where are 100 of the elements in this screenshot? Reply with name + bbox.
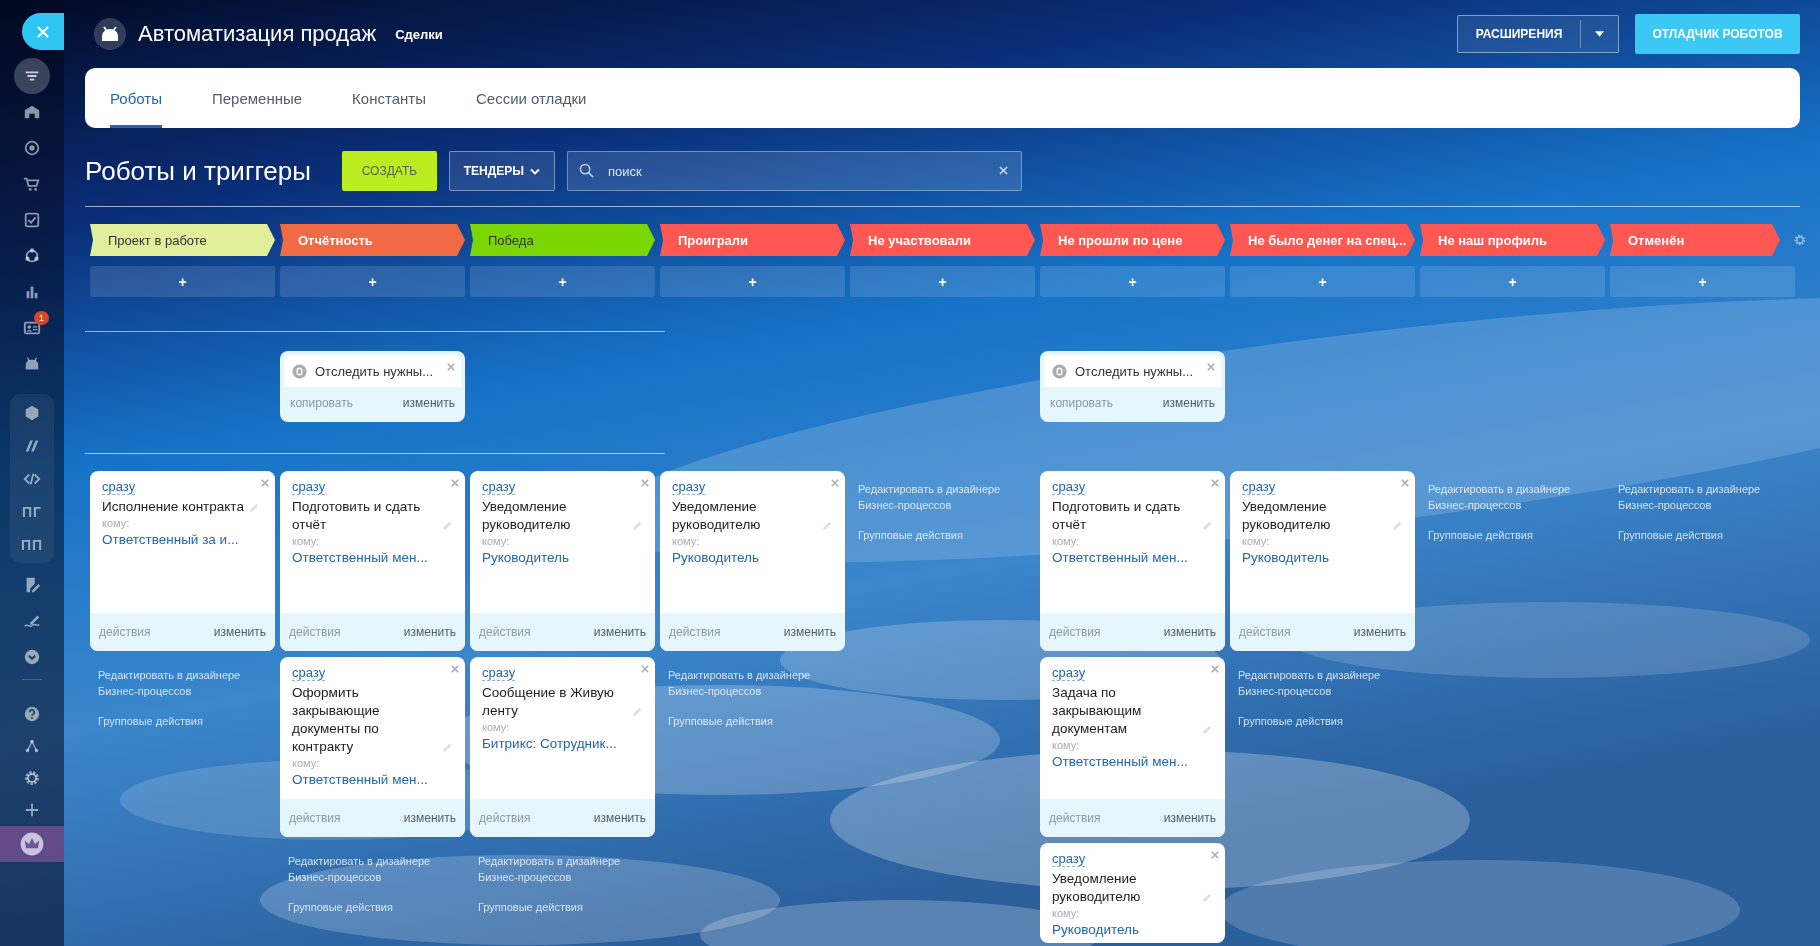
close-icon[interactable] <box>261 479 269 487</box>
help-icon[interactable] <box>23 705 41 723</box>
add-robot-button[interactable]: + <box>280 266 465 297</box>
close-icon[interactable] <box>451 479 459 487</box>
stage-label[interactable]: Не прошли по цене <box>1040 224 1225 256</box>
close-icon[interactable] <box>641 665 649 673</box>
sidebar-item[interactable]: ПП <box>20 536 44 553</box>
caret-icon[interactable] <box>1595 31 1604 37</box>
add-robot-button[interactable]: + <box>90 266 275 297</box>
delay-link[interactable]: сразу <box>482 665 516 681</box>
delay-link[interactable]: сразу <box>1052 479 1086 495</box>
close-icon[interactable] <box>1211 851 1219 859</box>
recipient-link[interactable]: Ответственный мен... <box>292 772 428 787</box>
close-icon[interactable] <box>451 665 459 673</box>
tab[interactable]: Константы <box>352 68 426 128</box>
edit-link[interactable]: изменить <box>402 395 455 410</box>
designer-link[interactable]: Групповые действия <box>98 713 248 729</box>
edit-link[interactable]: изменить <box>403 625 456 639</box>
add-robot-button[interactable]: + <box>470 266 655 297</box>
tab[interactable]: Сессии отладки <box>475 68 587 128</box>
designer-link[interactable]: Редактировать в дизайнере Бизнес-процессов <box>858 481 1008 513</box>
tab[interactable]: Переменные <box>211 68 303 128</box>
close-icon[interactable] <box>1401 479 1409 487</box>
dots-ring-icon[interactable] <box>23 247 41 265</box>
designer-link[interactable]: Редактировать в дизайнере Бизнес-процессов <box>98 667 248 699</box>
recipient-link[interactable]: Руководитель <box>482 550 569 565</box>
extensions-button[interactable]: РАСШИРЕНИЯ <box>1457 15 1619 53</box>
stage-label[interactable]: Не участвовали <box>850 224 1035 256</box>
add-robot-button[interactable]: + <box>850 266 1035 297</box>
add-robot-button[interactable]: + <box>1040 266 1225 297</box>
edit-link[interactable]: изменить <box>213 625 266 639</box>
add-robot-button[interactable]: + <box>660 266 845 297</box>
close-button[interactable] <box>22 13 64 50</box>
actions-link[interactable]: действия <box>479 625 531 639</box>
designer-link[interactable]: Редактировать в дизайнере Бизнес-процессов <box>1618 481 1768 513</box>
plus-icon[interactable] <box>23 801 41 819</box>
clear-icon[interactable] <box>998 166 1008 175</box>
delay-link[interactable]: сразу <box>1242 479 1276 495</box>
close-icon[interactable] <box>831 479 839 487</box>
delay-link[interactable]: сразу <box>102 479 136 495</box>
funnel-icon[interactable] <box>14 58 50 94</box>
add-robot-button[interactable]: + <box>1230 266 1415 297</box>
designer-link[interactable]: Групповые действия <box>288 899 438 915</box>
edit-link[interactable]: изменить <box>403 811 456 825</box>
edit-link[interactable]: изменить <box>593 625 646 639</box>
delay-link[interactable]: сразу <box>292 479 326 495</box>
actions-link[interactable]: действия <box>99 625 151 639</box>
actions-link[interactable]: действия <box>669 625 721 639</box>
edit-link[interactable]: изменить <box>1353 625 1406 639</box>
close-icon[interactable] <box>641 479 649 487</box>
recipient-link[interactable]: Битрикс: Сотрудник... <box>482 736 617 751</box>
crown-icon[interactable] <box>20 832 44 856</box>
settings-icon[interactable] <box>23 769 41 787</box>
actions-link[interactable]: действия <box>1239 625 1291 639</box>
actions-link[interactable]: действия <box>1049 625 1101 639</box>
delay-link[interactable]: сразу <box>292 665 326 681</box>
close-icon[interactable] <box>1211 479 1219 487</box>
actions-link[interactable]: действия <box>289 811 341 825</box>
sidebar-item[interactable]: ПГ <box>22 503 42 520</box>
create-button[interactable]: СОЗДАТЬ <box>341 151 437 191</box>
edit-link[interactable]: изменить <box>1163 811 1216 825</box>
cube-icon[interactable] <box>23 403 41 422</box>
recipient-link[interactable]: Руководитель <box>1052 922 1139 937</box>
designer-link[interactable]: Групповые действия <box>1238 713 1388 729</box>
delay-link[interactable]: сразу <box>482 479 516 495</box>
checkbox-icon[interactable] <box>23 211 41 229</box>
recipient-link[interactable]: Ответственный мен... <box>1052 754 1188 769</box>
designer-link[interactable]: Редактировать в дизайнере Бизнес-процессов <box>478 853 628 885</box>
designer-link[interactable]: Групповые действия <box>1428 527 1578 543</box>
building-icon[interactable] <box>23 103 41 121</box>
stage-label[interactable]: Отчётность <box>280 224 465 256</box>
recipient-link[interactable]: Руководитель <box>672 550 759 565</box>
designer-link[interactable]: Редактировать в дизайнере Бизнес-процессов <box>668 667 818 699</box>
nodes-icon[interactable] <box>23 737 41 755</box>
stage-label[interactable]: Отменён <box>1610 224 1780 256</box>
category-dropdown[interactable]: ТЕНДЕРЫ <box>448 151 555 191</box>
chevron-down-icon[interactable] <box>530 167 541 175</box>
actions-link[interactable]: действия <box>289 625 341 639</box>
recipient-link[interactable]: Ответственный мен... <box>1052 550 1188 565</box>
stage-label[interactable]: Проиграли <box>660 224 845 256</box>
designer-link[interactable]: Групповые действия <box>478 899 628 915</box>
edit-link[interactable]: изменить <box>1163 625 1216 639</box>
stage-label[interactable]: Не было денег на спец... <box>1230 224 1415 256</box>
recipient-link[interactable]: Руководитель <box>1242 550 1329 565</box>
copy-link[interactable]: копировать <box>1050 395 1113 410</box>
chevron-down-icon[interactable] <box>23 648 41 666</box>
close-icon[interactable] <box>1211 665 1219 673</box>
designer-link[interactable]: Редактировать в дизайнере Бизнес-процессов <box>288 853 438 885</box>
edit-link[interactable]: изменить <box>1162 395 1215 410</box>
stage-label[interactable]: Победа <box>470 224 655 256</box>
close-icon[interactable] <box>447 363 455 371</box>
stage-label[interactable]: Проект в работе <box>90 224 275 256</box>
stage-label[interactable]: Не наш профиль <box>1420 224 1605 256</box>
delay-link[interactable]: сразу <box>1052 851 1086 867</box>
recipient-link[interactable]: Ответственный мен... <box>292 550 428 565</box>
actions-link[interactable]: действия <box>1049 811 1101 825</box>
target-icon[interactable] <box>23 139 41 157</box>
delay-link[interactable]: сразу <box>1052 665 1086 681</box>
designer-link[interactable]: Групповые действия <box>1618 527 1768 543</box>
delay-link[interactable]: сразу <box>672 479 706 495</box>
